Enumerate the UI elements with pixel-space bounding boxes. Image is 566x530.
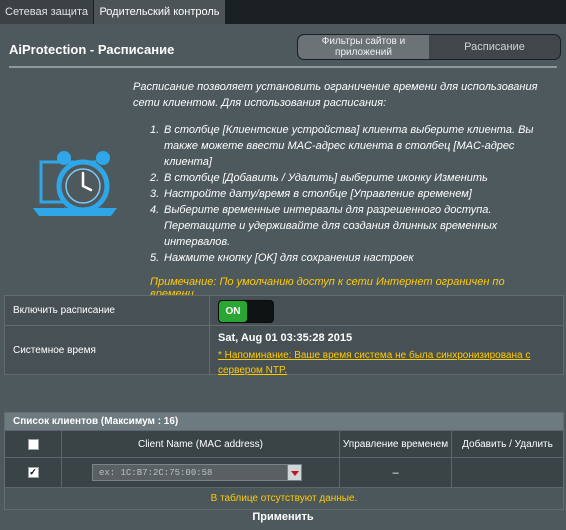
- add-delete-cell: [452, 458, 563, 487]
- enable-schedule-label: Включить расписание: [5, 296, 210, 325]
- client-input-row: ✓ ex: 1C:B7:2C:75:00:58 –: [5, 457, 563, 487]
- client-list-header-row: Client Name (MAC address) Управление вре…: [5, 430, 563, 457]
- instruction-step: 4. Выберите временные интервалы для разре…: [150, 204, 498, 248]
- schedule-description: Расписание позволяет установить ограниче…: [133, 81, 538, 109]
- view-switcher: Фильтры сайтов и приложений Расписание: [297, 34, 561, 60]
- client-row-checkbox[interactable]: ✓: [27, 467, 39, 478]
- apply-button[interactable]: Применить: [0, 511, 566, 523]
- instructions-list: 1. В столбце [Клиентские устройства] клие…: [150, 122, 550, 266]
- web-app-filters-label: Фильтры сайтов и приложений: [321, 36, 406, 58]
- system-time-label: Системное время: [5, 326, 210, 374]
- select-all-checkbox[interactable]: [27, 438, 39, 450]
- instruction-step: 3. Настройте дату/время в столбце [Управл…: [150, 188, 472, 200]
- column-client-name: Client Name (MAC address): [62, 431, 340, 457]
- system-time-value: Sat, Aug 01 03:35:28 2015: [218, 332, 353, 344]
- column-time-management: Управление временем: [340, 431, 452, 457]
- tab-parental-control[interactable]: Родительский контроль: [94, 0, 225, 24]
- tab-network-protection[interactable]: Сетевая защита: [0, 0, 93, 24]
- enable-schedule-toggle[interactable]: ON: [218, 300, 274, 323]
- time-management-value: –: [392, 466, 399, 479]
- instruction-step: 5. Нажмите кнопку [OK] для сохранения нас…: [150, 252, 414, 264]
- title-divider: [9, 66, 557, 68]
- toggle-on-label: ON: [219, 301, 247, 322]
- mac-address-input[interactable]: ex: 1C:B7:2C:75:00:58: [92, 464, 302, 481]
- instruction-step: 2. В столбце [Добавить / Удалить] выберит…: [150, 172, 488, 184]
- web-app-filters-button[interactable]: Фильтры сайтов и приложений: [298, 35, 429, 59]
- mac-dropdown-arrow-icon[interactable]: [287, 464, 302, 481]
- schedule-settings-table: Включить расписание ON Системное время S…: [4, 295, 564, 378]
- column-add-delete: Добавить / Удалить: [462, 438, 553, 450]
- mac-address-placeholder: ex: 1C:B7:2C:75:00:58: [99, 468, 213, 478]
- alarm-clock-laptop-icon: [33, 148, 117, 231]
- client-list-title: Список клиентов (Максимум : 16): [5, 413, 563, 430]
- instruction-step: 1. В столбце [Клиентские устройства] клие…: [150, 124, 534, 168]
- main-panel: AiProtection - Расписание Фильтры сайтов…: [0, 24, 566, 530]
- page-title: AiProtection - Расписание: [9, 42, 175, 57]
- top-tab-bar: Сетевая защита Родительский контроль: [0, 0, 566, 24]
- ntp-reminder-link[interactable]: * Напоминание: Ваше время система не был…: [218, 348, 558, 378]
- schedule-button[interactable]: Расписание: [429, 35, 560, 59]
- empty-table-message: В таблице отсутствуют данные.: [5, 487, 563, 509]
- client-list-table: Список клиентов (Максимум : 16) Client N…: [4, 412, 564, 510]
